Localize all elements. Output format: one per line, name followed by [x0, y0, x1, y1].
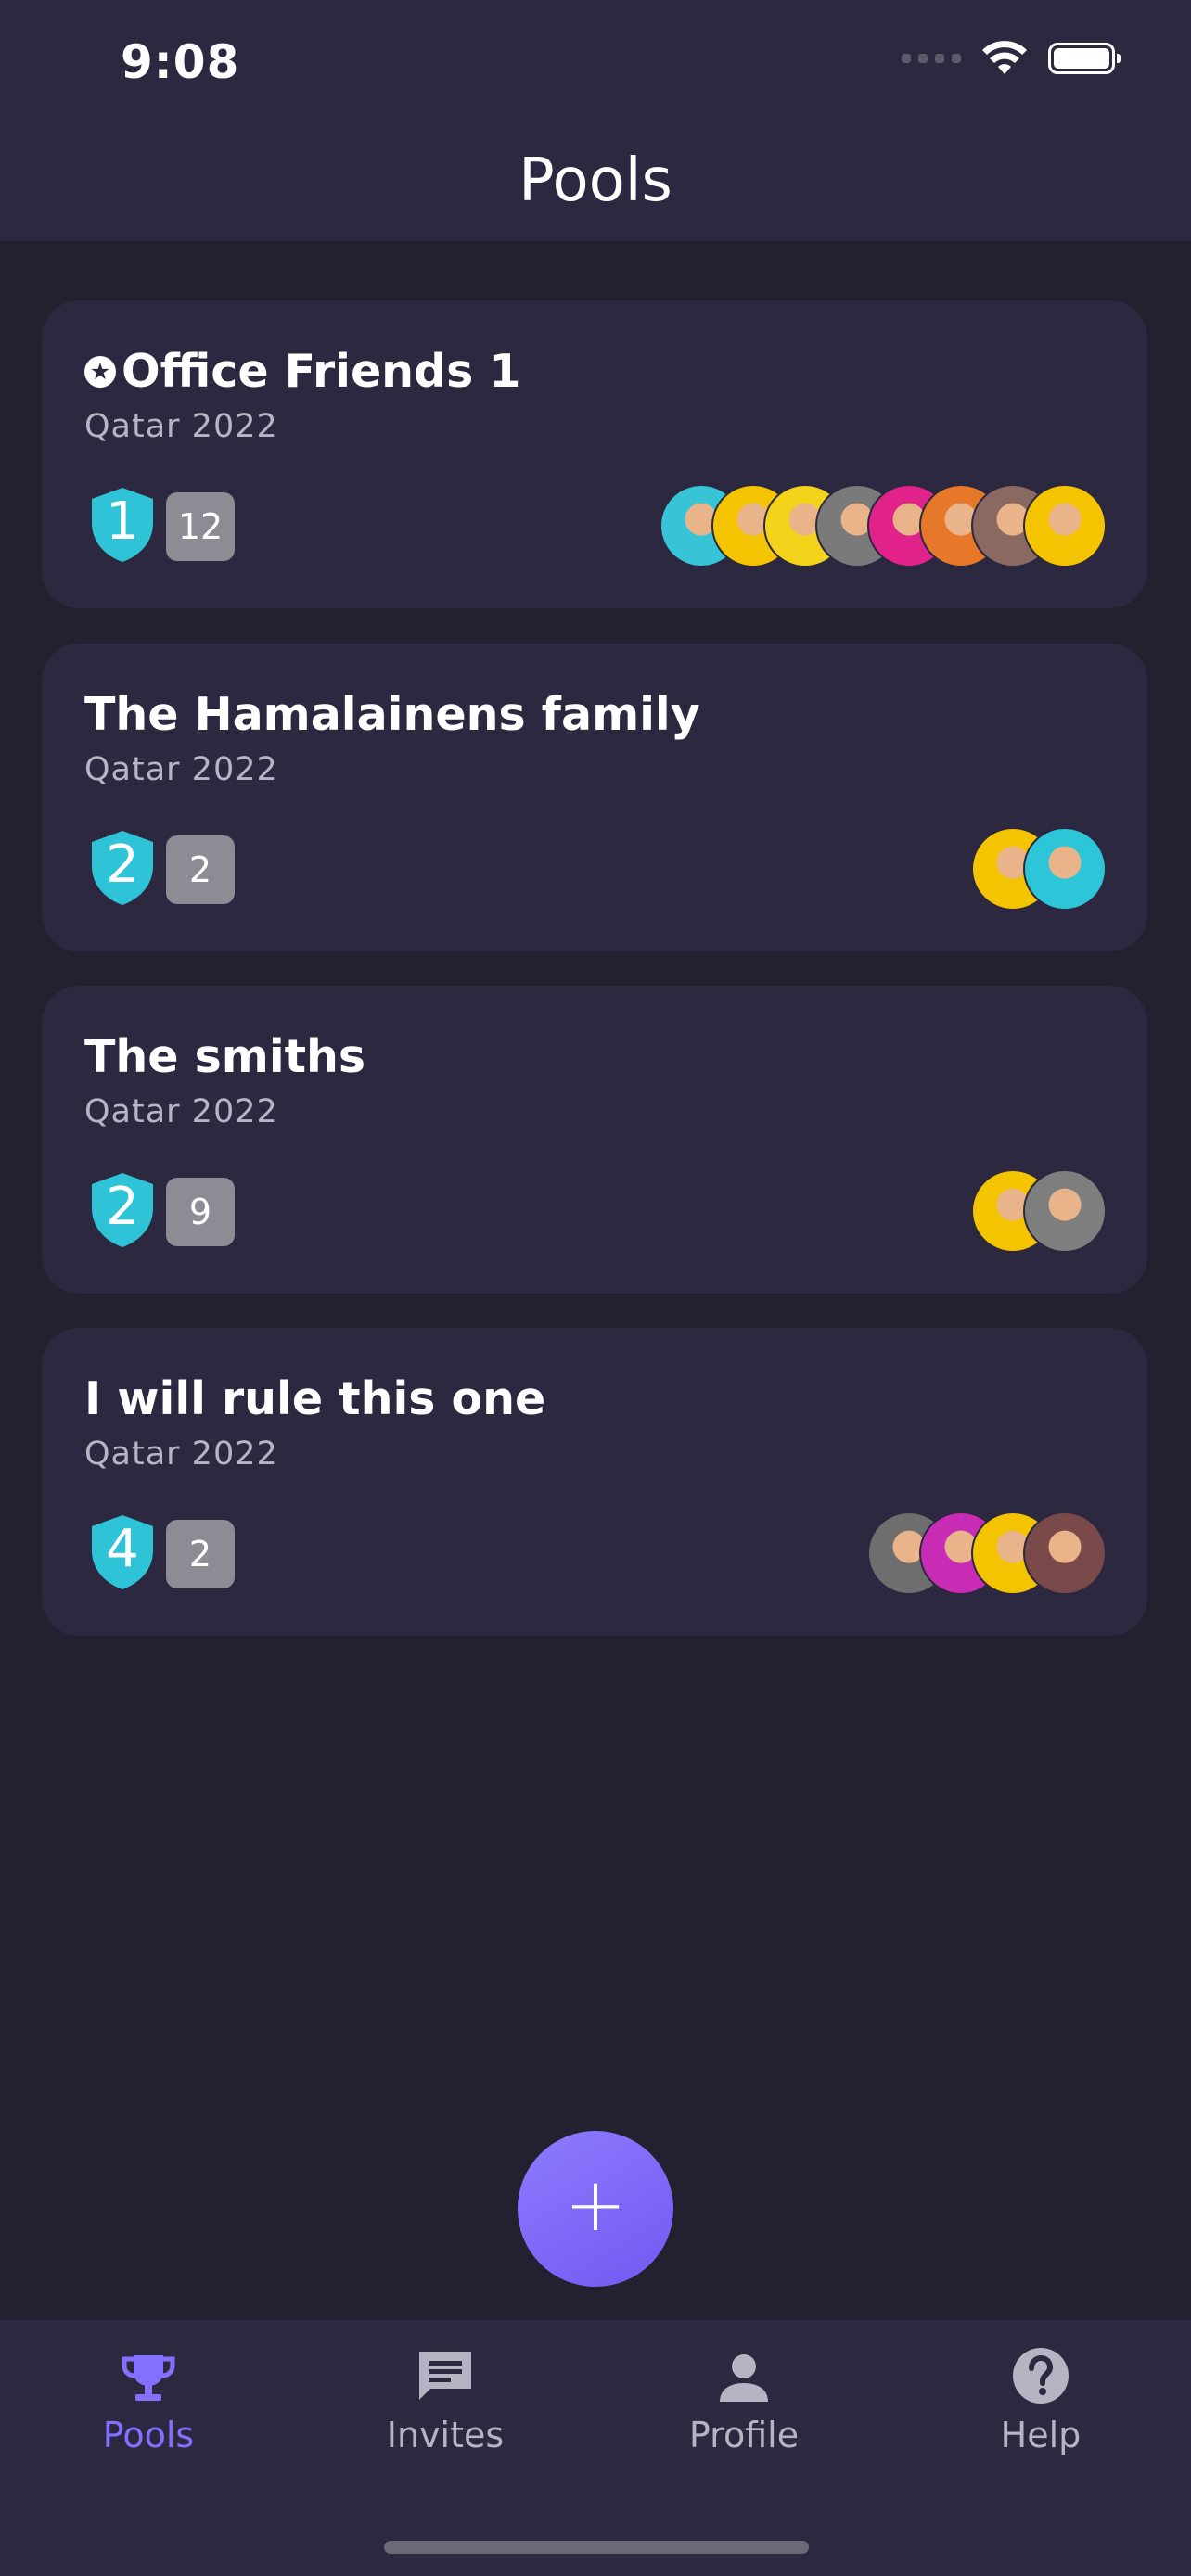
- tab-label: Help: [1000, 2415, 1082, 2455]
- tab-pools[interactable]: Pools: [56, 2339, 241, 2455]
- avatar: [1023, 1169, 1107, 1253]
- avatar: [1023, 484, 1107, 567]
- member-count-badge: 9: [166, 1178, 235, 1246]
- rank-shield-icon: 1: [90, 486, 155, 564]
- tab-profile[interactable]: Profile: [651, 2339, 837, 2455]
- rank-value: 2: [106, 1177, 139, 1237]
- pool-card-office-friends-1[interactable]: ★ Office Friends 1 Qatar 2022 1 12: [42, 300, 1147, 608]
- member-avatars: [867, 1511, 1107, 1595]
- avatar: [1023, 827, 1107, 911]
- top-bar: 9:08 Pools: [0, 0, 1191, 241]
- member-count-badge: 2: [166, 835, 235, 904]
- battery-icon: [1048, 43, 1121, 74]
- page-title: Pools: [519, 147, 672, 215]
- member-avatars: [971, 827, 1107, 911]
- pool-competition: Qatar 2022: [84, 408, 278, 445]
- pool-card-the-smiths[interactable]: The smiths Qatar 2022 2 9: [42, 986, 1147, 1294]
- add-pool-button[interactable]: +: [518, 2131, 673, 2287]
- pool-name-label: I will rule this one: [84, 1372, 546, 1425]
- pool-card-i-will-rule-this-one[interactable]: I will rule this one Qatar 2022 4 2: [42, 1328, 1147, 1636]
- tab-help[interactable]: Help: [948, 2339, 1133, 2455]
- rank-shield-icon: 2: [90, 829, 155, 907]
- member-avatars: [971, 1169, 1107, 1253]
- status-icons: [902, 41, 1121, 76]
- pool-name: The smiths: [84, 1030, 365, 1083]
- tab-bar: Pools Invites Profile Help: [0, 2320, 1191, 2576]
- pool-name: The Hamalainens family: [84, 688, 700, 741]
- member-count-badge: 12: [166, 492, 235, 561]
- rank-value: 2: [106, 835, 139, 895]
- pool-name: I will rule this one: [84, 1372, 545, 1425]
- member-count-badge: 2: [166, 1520, 235, 1588]
- pool-card-hamalainens-family[interactable]: The Hamalainens family Qatar 2022 2 2: [42, 644, 1147, 951]
- person-icon: [720, 2354, 768, 2402]
- chat-icon: [419, 2352, 471, 2400]
- pool-competition: Qatar 2022: [84, 1435, 278, 1473]
- rank-shield-icon: 4: [90, 1513, 155, 1591]
- help-icon: [1013, 2348, 1069, 2404]
- pool-competition: Qatar 2022: [84, 751, 278, 788]
- rank-value: 1: [106, 491, 139, 552]
- pool-competition: Qatar 2022: [84, 1093, 278, 1130]
- rank-shield-icon: 2: [90, 1171, 155, 1249]
- rank-value: 4: [106, 1519, 139, 1579]
- member-avatars: [660, 484, 1107, 567]
- pool-name-label: Office Friends 1: [122, 345, 521, 398]
- pool-name-label: The Hamalainens family: [84, 688, 700, 741]
- tab-label: Profile: [688, 2415, 800, 2455]
- owner-star-icon: ★: [84, 355, 116, 388]
- trophy-icon: [122, 2355, 175, 2401]
- cellular-signal-icon: [902, 54, 961, 63]
- tab-label: Pools: [102, 2415, 195, 2455]
- tab-label: Invites: [386, 2415, 505, 2455]
- pool-name: ★ Office Friends 1: [84, 345, 520, 398]
- wifi-icon: [982, 41, 1027, 74]
- pool-name-label: The smiths: [84, 1030, 366, 1083]
- avatar: [1023, 1511, 1107, 1595]
- home-indicator: [384, 2541, 809, 2554]
- tab-invites[interactable]: Invites: [352, 2339, 538, 2455]
- status-time: 9:08: [121, 35, 240, 89]
